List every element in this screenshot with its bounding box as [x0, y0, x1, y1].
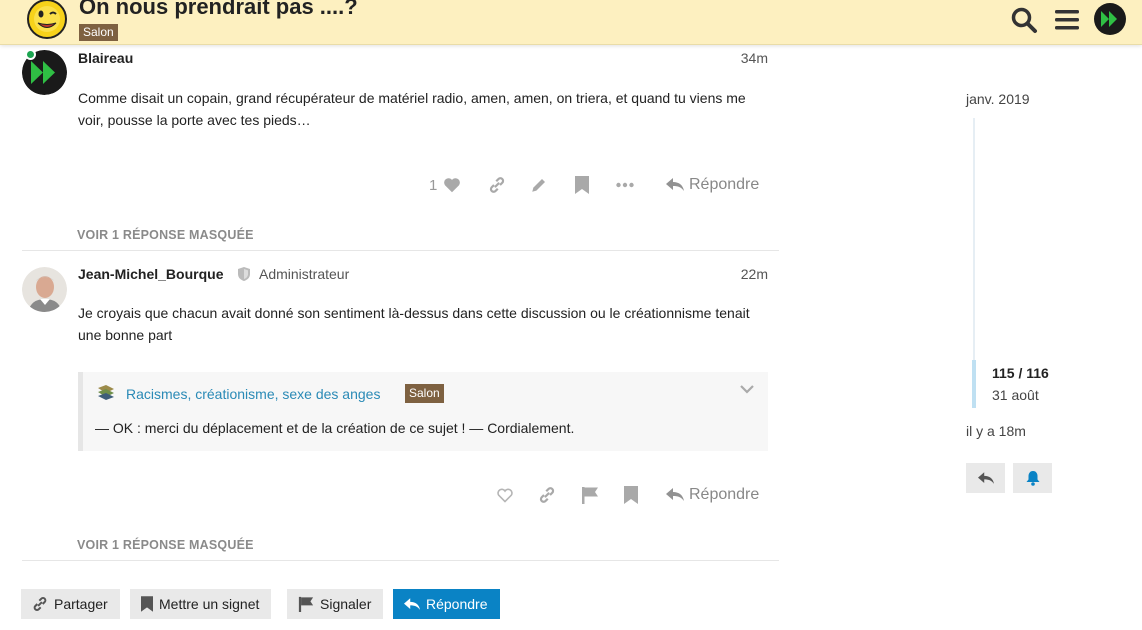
bookmark-icon: [575, 176, 589, 194]
like-count: 1: [429, 176, 438, 194]
share-label: Partager: [54, 596, 108, 612]
quoted-text: — OK : merci du déplacement et de la cré…: [95, 420, 575, 436]
notifications-button[interactable]: [1013, 463, 1052, 493]
heart-outline-icon: [497, 488, 513, 503]
timeline-scroller-handle[interactable]: [972, 360, 976, 408]
post-actions: Répondre: [489, 483, 769, 507]
post-divider: [22, 560, 779, 561]
reply-button[interactable]: Répondre: [666, 173, 759, 197]
bookmark-label: Mettre un signet: [159, 596, 260, 612]
post-age[interactable]: 22m: [741, 266, 768, 282]
timeline-reply-button[interactable]: [966, 463, 1005, 493]
flag-label: Signaler: [320, 596, 372, 612]
share-button[interactable]: Partager: [21, 589, 120, 619]
site-header: On nous prendrait pas ....? Salon: [0, 0, 1142, 45]
bookmark-button[interactable]: [575, 173, 589, 197]
user-role: Administrateur: [259, 266, 350, 282]
post-divider: [22, 250, 779, 251]
topic-title[interactable]: On nous prendrait pas ....?: [79, 0, 358, 20]
quoted-topic: Racismes, créationisme, sexe des anges S…: [78, 372, 768, 451]
post-body: Comme disait un copain, grand récupérate…: [78, 90, 746, 128]
timeline-current-date: 31 août: [992, 387, 1039, 403]
quoted-category-badge[interactable]: Salon: [405, 384, 444, 403]
chevron-down-icon[interactable]: [740, 384, 754, 394]
reply-button[interactable]: Répondre: [666, 483, 759, 507]
copy-link-button[interactable]: [538, 483, 556, 507]
reply-icon: [666, 178, 684, 191]
timeline-position: 115 / 116: [992, 365, 1049, 381]
flag-icon: [298, 596, 314, 612]
post-actions: 1 Répondre: [429, 173, 769, 197]
post-age[interactable]: 34m: [741, 50, 768, 66]
show-hidden-replies-link[interactable]: VOIR 1 RÉPONSE MASQUÉE: [77, 538, 254, 552]
reply-topic-button[interactable]: Répondre: [393, 589, 500, 619]
bookmark-icon: [624, 486, 638, 504]
search-icon[interactable]: [1010, 6, 1038, 34]
edit-button[interactable]: [530, 173, 548, 197]
bell-icon: [1026, 470, 1039, 486]
ellipsis-icon: [616, 182, 634, 188]
more-actions-button[interactable]: [616, 173, 634, 197]
like-button[interactable]: 1: [429, 173, 461, 197]
link-icon: [539, 487, 555, 503]
heart-icon: [444, 178, 461, 193]
site-logo[interactable]: [26, 0, 68, 40]
link-icon: [489, 177, 505, 193]
avatar-image: [22, 267, 67, 312]
avatar[interactable]: [22, 267, 67, 312]
online-indicator: [25, 49, 36, 60]
link-icon: [33, 597, 47, 611]
flag-button[interactable]: [581, 483, 599, 507]
post-username[interactable]: Jean-Michel_Bourque: [78, 266, 223, 282]
post-jean-michel: Jean-Michel_Bourque Administrateur 22m J…: [22, 262, 779, 562]
show-hidden-replies-link[interactable]: VOIR 1 RÉPONSE MASQUÉE: [77, 228, 254, 242]
post-username[interactable]: Blaireau: [78, 50, 133, 66]
flag-icon: [582, 487, 598, 504]
bookmark-topic-button[interactable]: Mettre un signet: [130, 589, 272, 619]
bookmark-button[interactable]: [624, 483, 638, 507]
post-body: Je croyais que chacun avait donné son se…: [78, 305, 750, 343]
reply-icon: [977, 471, 994, 484]
like-button[interactable]: [496, 483, 514, 507]
reply-topic-label: Répondre: [426, 596, 488, 612]
user-avatar[interactable]: [1094, 3, 1126, 35]
post-blaireau: Blaireau 34m Comme disait un copain, gra…: [22, 46, 779, 251]
reply-icon: [666, 488, 684, 501]
bookmark-icon: [141, 596, 153, 612]
pencil-icon: [532, 179, 545, 192]
quoted-topic-link[interactable]: Racismes, créationisme, sexe des anges: [126, 386, 380, 402]
flag-topic-button[interactable]: Signaler: [287, 589, 384, 619]
category-badge[interactable]: Salon: [79, 24, 118, 41]
shield-icon: [238, 267, 250, 281]
copy-link-button[interactable]: [488, 173, 506, 197]
reply-label: Répondre: [689, 176, 760, 193]
hamburger-menu-icon[interactable]: [1053, 6, 1081, 34]
reply-label: Répondre: [689, 486, 760, 503]
topic-favicon-icon: [98, 385, 114, 400]
timeline-start-date[interactable]: janv. 2019: [966, 91, 1030, 107]
reply-icon: [404, 597, 420, 610]
timeline-end-date[interactable]: il y a 18m: [966, 423, 1026, 439]
